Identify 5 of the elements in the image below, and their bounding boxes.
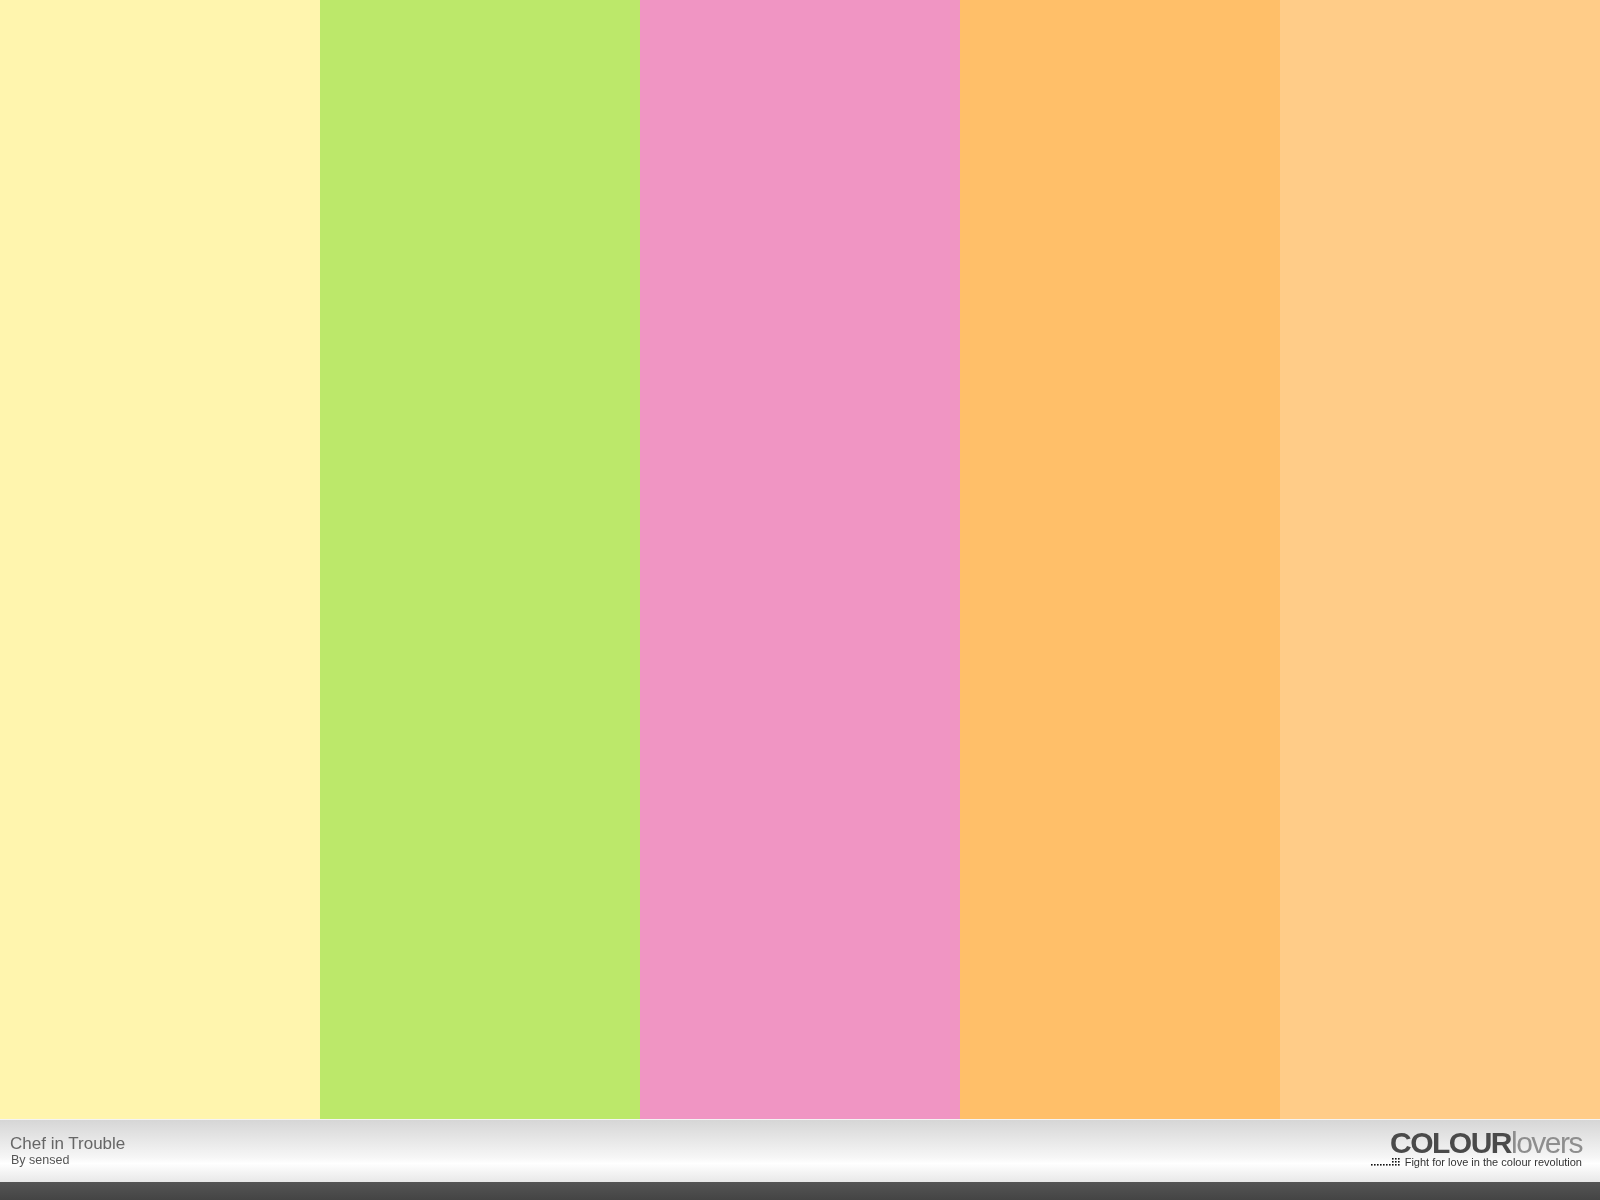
tagline: Fight for love in the colour revolution [1404, 1156, 1582, 1168]
palette-author: By sensed [10, 1153, 71, 1167]
palette-title: Chef in Trouble [10, 1134, 126, 1153]
site-logo: COLOURlovers [1389, 1130, 1582, 1156]
dotted-line-icon [1370, 1158, 1401, 1166]
